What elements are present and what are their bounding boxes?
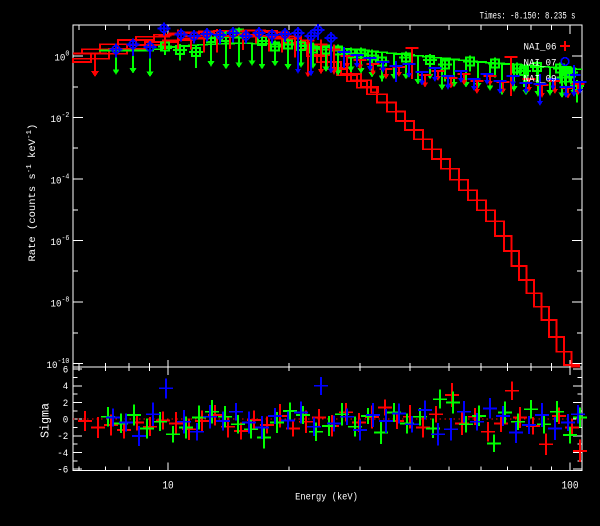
svg-text:Sigma: Sigma: [39, 403, 53, 438]
svg-text:10: 10: [162, 480, 173, 493]
svg-text:Rate (counts s-1 keV-1): Rate (counts s-1 keV-1): [26, 124, 39, 262]
svg-text:4: 4: [63, 381, 69, 392]
svg-text:-6: -6: [57, 464, 68, 475]
svg-text:Energy (keV): Energy (keV): [295, 491, 358, 503]
svg-text:-4: -4: [57, 448, 68, 459]
svg-text:NAI_09: NAI_09: [524, 73, 557, 84]
svg-text:-2: -2: [57, 431, 68, 442]
svg-text:2: 2: [63, 398, 68, 409]
svg-text:NAI_06: NAI_06: [524, 41, 557, 52]
svg-text:0: 0: [63, 414, 69, 425]
svg-text:NAI_07: NAI_07: [524, 57, 557, 68]
svg-text:Times: -8.150: 8.235 s: Times: -8.150: 8.235 s: [480, 11, 576, 22]
svg-text:100: 100: [562, 480, 579, 493]
svg-text:6: 6: [63, 364, 69, 375]
